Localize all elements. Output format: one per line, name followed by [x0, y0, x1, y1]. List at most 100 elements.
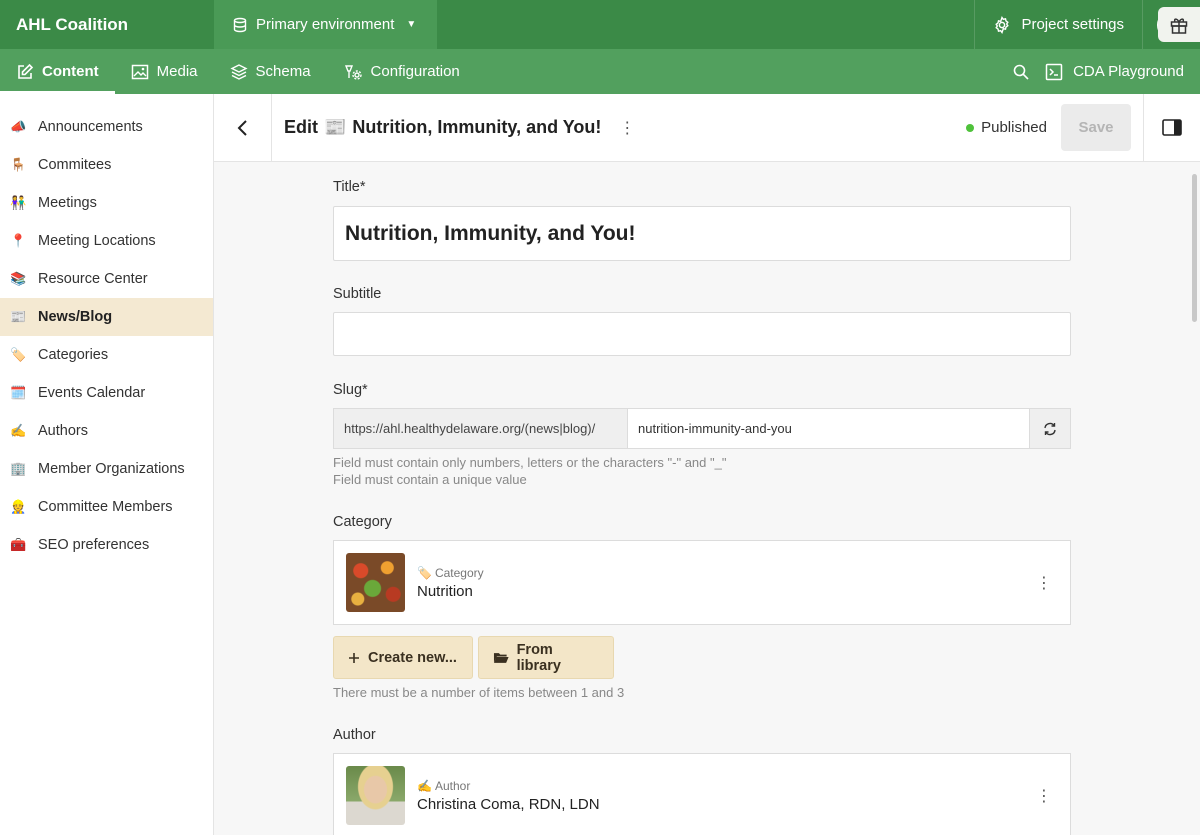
author-type-label: Author — [434, 778, 471, 793]
sidebar-item-seo-preferences[interactable]: 🧰 SEO preferences — [0, 526, 213, 564]
cda-playground-button[interactable]: CDA Playground — [1045, 63, 1200, 81]
search-icon — [1013, 64, 1029, 80]
toolbox-icon: 🧰 — [10, 537, 27, 552]
tab-label: Media — [156, 63, 198, 80]
edit-header: Edit 📰 Nutrition, Immunity, and You! ⋮ P… — [214, 93, 1200, 162]
more-actions-icon[interactable]: ⋮ — [1036, 573, 1052, 593]
layers-icon — [229, 63, 248, 80]
category-link-card[interactable]: 🏷️ Category Nutrition ⋮ — [333, 540, 1071, 625]
author-type: ✍️ Author — [417, 779, 600, 793]
regenerate-slug-button[interactable] — [1030, 408, 1071, 449]
calendar-icon: 🗓️ — [10, 385, 27, 400]
project-settings-button[interactable]: Project settings — [974, 0, 1142, 49]
sidebar-item-label: Meeting Locations — [38, 233, 156, 249]
sidebar-item-committee-members[interactable]: 👷 Committee Members — [0, 488, 213, 526]
newspaper-icon: 📰 — [10, 309, 27, 324]
newspaper-icon: 📰 — [324, 117, 347, 137]
pin-icon: 📍 — [10, 233, 27, 248]
megaphone-icon: 📣 — [10, 119, 27, 134]
people-icon: 👫 — [10, 195, 27, 210]
sidebar: 📣 Announcements 🪑 Commitees 👫 Meetings 📍 Mee… — [0, 94, 214, 835]
gears-icon — [344, 64, 362, 80]
writing-hand-icon: ✍️ — [417, 778, 432, 793]
project-name[interactable]: AHL Coalition — [0, 0, 214, 49]
category-thumbnail — [346, 553, 405, 612]
page-title: Edit 📰 Nutrition, Immunity, and You! — [272, 117, 601, 138]
books-icon: 📚 — [10, 271, 27, 286]
sidebar-item-meetings[interactable]: 👫 Meetings — [0, 184, 213, 222]
sidebar-item-label: News/Blog — [38, 309, 113, 325]
plus-icon — [349, 652, 359, 663]
sidebar-item-meeting-locations[interactable]: 📍 Meeting Locations — [0, 222, 213, 260]
refresh-icon — [1044, 422, 1056, 435]
sidebar-item-announcements[interactable]: 📣 Announcements — [0, 108, 213, 146]
tag-icon: 🏷️ — [417, 565, 432, 580]
slug-input[interactable]: nutrition-immunity-and-you — [627, 408, 1030, 449]
folder-open-icon — [493, 653, 509, 663]
sidebar-item-label: Resource Center — [38, 271, 148, 287]
author-name: Christina Coma, RDN, LDN — [417, 795, 600, 813]
category-hint: There must be a number of items between … — [333, 685, 625, 700]
sidebar-item-events-calendar[interactable]: 🗓️ Events Calendar — [0, 374, 213, 412]
sidebar-item-news-blog[interactable]: 📰 News/Blog — [0, 298, 213, 336]
sidebar-item-resource-center[interactable]: 📚 Resource Center — [0, 260, 213, 298]
sidebar-item-label: Authors — [38, 423, 88, 439]
main-nav: Content Media Schema Configuration CDA P… — [0, 49, 1200, 94]
slug-hint: Field must contain only numbers, letters… — [333, 454, 1071, 488]
search-button[interactable] — [997, 49, 1045, 94]
sidebar-item-label: Categories — [38, 347, 109, 363]
terminal-icon — [1045, 63, 1063, 80]
author-label: Author — [333, 727, 376, 743]
create-new-label: Create new... — [368, 649, 457, 666]
status-badge: Published — [966, 119, 1047, 136]
save-button[interactable]: Save — [1061, 104, 1131, 151]
image-icon — [131, 64, 148, 79]
tab-configuration[interactable]: Configuration — [327, 49, 476, 94]
author-link-card[interactable]: ✍️ Author Christina Coma, RDN, LDN ⋮ — [333, 753, 1071, 835]
sidebar-item-categories[interactable]: 🏷️ Categories — [0, 336, 213, 374]
gift-icon — [1170, 17, 1188, 34]
slug-hint-format: Field must contain only numbers, letters… — [333, 455, 727, 470]
toggle-sidebar-panel-button[interactable] — [1143, 93, 1200, 162]
edit-icon — [18, 63, 34, 79]
tab-media[interactable]: Media — [115, 49, 214, 94]
record-title: Nutrition, Immunity, and You! — [352, 117, 602, 137]
slug-label: Slug* — [333, 382, 368, 398]
slug-hint-unique: Field must contain a unique value — [333, 472, 527, 487]
gear-icon — [995, 15, 1010, 34]
from-library-button[interactable]: From library — [478, 636, 614, 679]
database-icon — [233, 17, 247, 32]
sidebar-item-label: SEO preferences — [38, 537, 150, 553]
category-name: Nutrition — [417, 582, 473, 600]
tab-label: Configuration — [370, 63, 460, 80]
building-icon: 🏢 — [10, 461, 27, 476]
caret-down-icon: ▼ — [406, 19, 417, 30]
category-type: 🏷️ Category — [417, 566, 484, 580]
more-actions-icon[interactable]: ⋮ — [619, 118, 635, 138]
sidebar-item-member-organizations[interactable]: 🏢 Member Organizations — [0, 450, 213, 488]
panel-right-icon — [1162, 119, 1182, 136]
category-meta: 🏷️ Category Nutrition — [417, 566, 484, 600]
sidebar-item-label: Meetings — [38, 195, 97, 211]
sidebar-item-authors[interactable]: ✍️ Authors — [0, 412, 213, 450]
whats-new-button[interactable] — [1158, 7, 1200, 42]
status-dot-icon — [966, 123, 975, 132]
sidebar-item-label: Events Calendar — [38, 385, 146, 401]
create-new-button[interactable]: Create new... — [333, 636, 473, 679]
environment-selector[interactable]: Primary environment ▼ — [214, 0, 437, 49]
title-label: Title* — [333, 179, 366, 195]
sidebar-item-label: Commitees — [38, 157, 112, 173]
more-actions-icon[interactable]: ⋮ — [1036, 786, 1052, 806]
subtitle-input[interactable] — [333, 312, 1071, 356]
title-input[interactable]: Nutrition, Immunity, and You! — [333, 206, 1071, 261]
scrollbar[interactable] — [1192, 174, 1197, 322]
author-thumbnail — [346, 766, 405, 825]
sidebar-item-commitees[interactable]: 🪑 Commitees — [0, 146, 213, 184]
category-type-label: Category — [434, 565, 484, 580]
tab-content[interactable]: Content — [0, 49, 115, 94]
environment-label: Primary environment — [256, 16, 395, 33]
tab-schema[interactable]: Schema — [214, 49, 327, 94]
top-bar: AHL Coalition Primary environment ▼ Proj… — [0, 0, 1200, 49]
tab-label: Schema — [255, 63, 311, 80]
back-button[interactable] — [214, 93, 272, 162]
